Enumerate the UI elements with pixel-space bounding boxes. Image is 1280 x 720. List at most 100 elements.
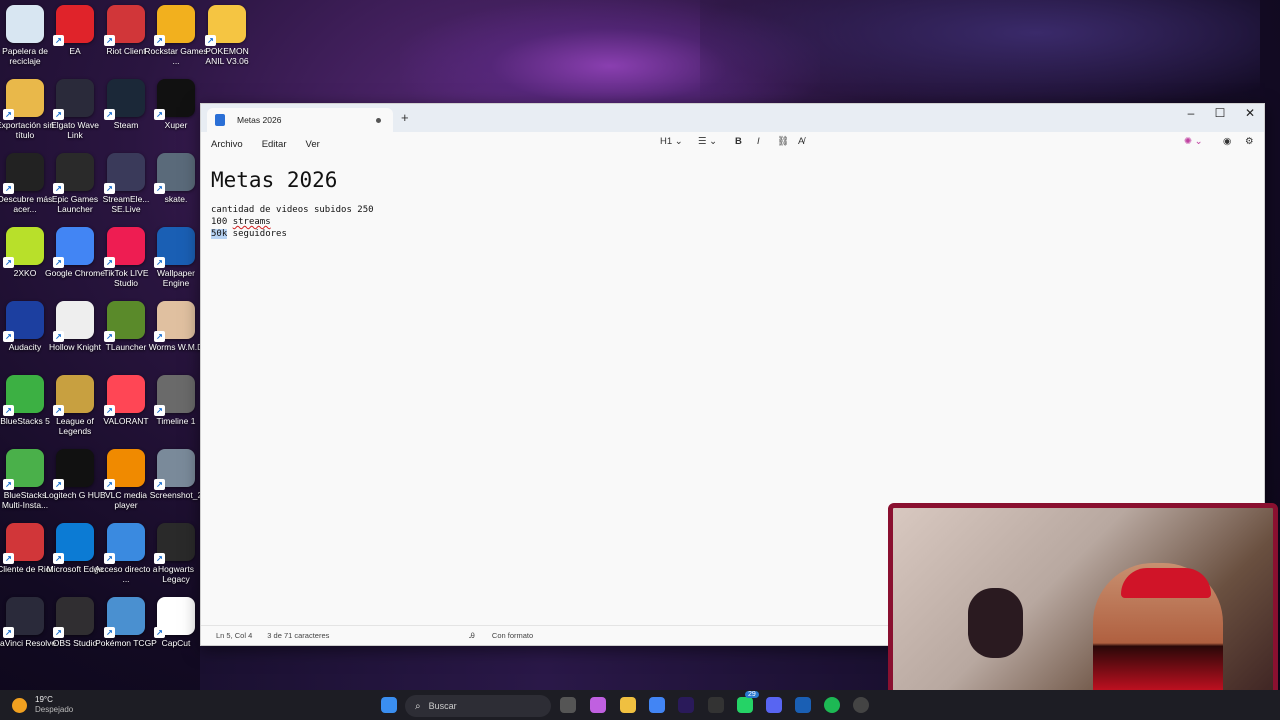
app-icon: ↗ (154, 153, 195, 194)
italic-icon[interactable]: I (757, 136, 760, 147)
account-icon[interactable]: ◉ (1223, 136, 1231, 147)
link-icon[interactable]: ⛓ (777, 136, 789, 147)
app-icon: ↗ (154, 227, 195, 268)
spotify-icon[interactable] (824, 697, 840, 713)
app-icon: ↗ (104, 79, 145, 120)
desktop-icon-label: Timeline 1 (156, 416, 196, 426)
desktop-icon[interactable]: ↗ Timeline 1 (144, 375, 208, 426)
shortcut-arrow-icon: ↗ (154, 479, 165, 490)
app-icon: ↗ (104, 301, 145, 342)
shortcut-arrow-icon: ↗ (53, 257, 64, 268)
desktop-icon-label: skate. (164, 194, 188, 204)
app-icon (6, 5, 44, 43)
clear-format-icon[interactable]: A̸ (798, 136, 804, 147)
weather-condition: Despejado (35, 705, 74, 714)
discord-icon[interactable] (766, 697, 782, 713)
menu-editar[interactable]: Editar (252, 139, 296, 150)
whatsapp-icon[interactable] (737, 697, 753, 713)
app-icon: ↗ (3, 375, 44, 416)
shortcut-arrow-icon: ↗ (3, 183, 14, 194)
search-placeholder: Buscar (428, 701, 457, 711)
desktop-icon[interactable]: ↗ Worms W.M.D (144, 301, 208, 352)
app-icon: ↗ (53, 153, 94, 194)
app-icon: ↗ (104, 375, 145, 416)
desktop-icon[interactable]: ↗ skate. (144, 153, 208, 204)
new-tab-plus-icon[interactable]: + (401, 110, 409, 125)
shortcut-arrow-icon: ↗ (104, 109, 115, 120)
shortcut-arrow-icon: ↗ (53, 109, 64, 120)
app-icon: ↗ (53, 5, 94, 46)
document-line: 50k seguidores (211, 228, 374, 240)
document-heading: Metas 2026 (211, 168, 338, 192)
app-icon: ↗ (3, 597, 44, 638)
heading-format-value: H1 (660, 136, 673, 147)
desktop-icon[interactable]: ↗ POKEMON ANIL V3.06 (195, 5, 259, 66)
desktop-icon-label: Screenshot_2 (149, 490, 203, 500)
menu-ver[interactable]: Ver (296, 139, 329, 150)
media-icon[interactable] (853, 697, 869, 713)
webcam-overlay (888, 503, 1278, 717)
start-windows-icon[interactable] (381, 697, 397, 713)
shortcut-arrow-icon: ↗ (154, 331, 165, 342)
shortcut-arrow-icon: ↗ (154, 257, 165, 268)
document-editor[interactable]: Metas 2026 cantidad de videos subidos 25… (211, 166, 374, 240)
character-count: 3 de 71 caracteres (267, 631, 330, 640)
menu-bar: Archivo Editar Ver (201, 132, 1264, 156)
close-icon[interactable]: ✕ (1235, 106, 1265, 120)
desktop-icon[interactable]: ↗ Xuper (144, 79, 208, 130)
wallpaper-engine-taskbar-icon[interactable] (795, 697, 811, 713)
format-mode[interactable]: Ꭿ Con formato (329, 631, 533, 641)
shortcut-arrow-icon: ↗ (104, 479, 115, 490)
app-icon: ↗ (53, 597, 94, 638)
app-icon: ↗ (104, 153, 145, 194)
cursor-position: Ln 5, Col 4 (216, 631, 253, 640)
tab-metas-2026[interactable]: Metas 2026 (207, 108, 393, 132)
obs-taskbar-icon[interactable] (708, 697, 724, 713)
document-line: cantidad de videos subidos 250 (211, 205, 374, 215)
unsaved-dot-icon[interactable] (376, 117, 381, 123)
minimize-icon[interactable]: – (1176, 106, 1206, 120)
desktop-icon[interactable]: ↗ Hogwarts Legacy (144, 523, 208, 584)
list-icon[interactable]: ☰ ⌄ (698, 136, 717, 147)
shortcut-arrow-icon: ↗ (3, 479, 14, 490)
desktop-icon[interactable]: ↗ Wallpaper Engine (144, 227, 208, 288)
weather-widget[interactable]: 19°C Despejado (12, 695, 73, 715)
menu-archivo[interactable]: Archivo (201, 139, 252, 150)
taskbar: 19°C Despejado ⌕ Buscar 29 (0, 690, 1280, 720)
file-explorer-icon[interactable] (620, 697, 636, 713)
app-icon: ↗ (53, 227, 94, 268)
app-icon: ↗ (154, 79, 195, 120)
app-icon: ↗ (205, 5, 246, 46)
chrome-taskbar-icon[interactable] (649, 697, 665, 713)
desktop-icon[interactable]: ↗ Screenshot_2 (144, 449, 208, 500)
weather-sun-icon (12, 697, 27, 713)
taskbar-search[interactable]: ⌕ Buscar (405, 695, 551, 717)
task-view-icon[interactable] (560, 697, 576, 713)
premiere-icon[interactable] (678, 697, 694, 713)
format-mode-label: Con formato (491, 630, 534, 640)
shortcut-arrow-icon: ↗ (154, 405, 165, 416)
desktop-icon[interactable]: ↗ CapCut (144, 597, 208, 648)
desktop-icon-label: Wallpaper Engine (157, 268, 195, 288)
shortcut-arrow-icon: ↗ (3, 109, 14, 120)
copilot-taskbar-icon[interactable] (590, 697, 606, 713)
maximize-icon[interactable]: ☐ (1205, 106, 1235, 120)
bold-icon[interactable]: B (735, 136, 742, 147)
shortcut-arrow-icon: ↗ (104, 35, 115, 46)
shortcut-arrow-icon: ↗ (154, 183, 165, 194)
notification-badge: 29 (745, 691, 759, 698)
shortcut-arrow-icon: ↗ (104, 553, 115, 564)
desktop-icon-label: Worms W.M.D (148, 342, 204, 352)
desktop-icon-label: CapCut (161, 638, 191, 648)
heading-format-dropdown[interactable]: H1 ⌄ (660, 136, 683, 147)
wallpaper-glow (700, 0, 1260, 110)
desktop-icon-label: POKEMON ANIL V3.06 (205, 46, 249, 66)
shortcut-arrow-icon: ↗ (3, 553, 14, 564)
copilot-icon[interactable]: ✺ ⌄ (1184, 136, 1203, 147)
shortcut-arrow-icon: ↗ (53, 553, 64, 564)
gear-icon[interactable]: ⚙ (1245, 136, 1254, 147)
shortcut-arrow-icon: ↗ (3, 331, 14, 342)
app-icon: ↗ (53, 301, 94, 342)
app-icon: ↗ (154, 597, 195, 638)
selected-text: 50k (211, 229, 228, 239)
